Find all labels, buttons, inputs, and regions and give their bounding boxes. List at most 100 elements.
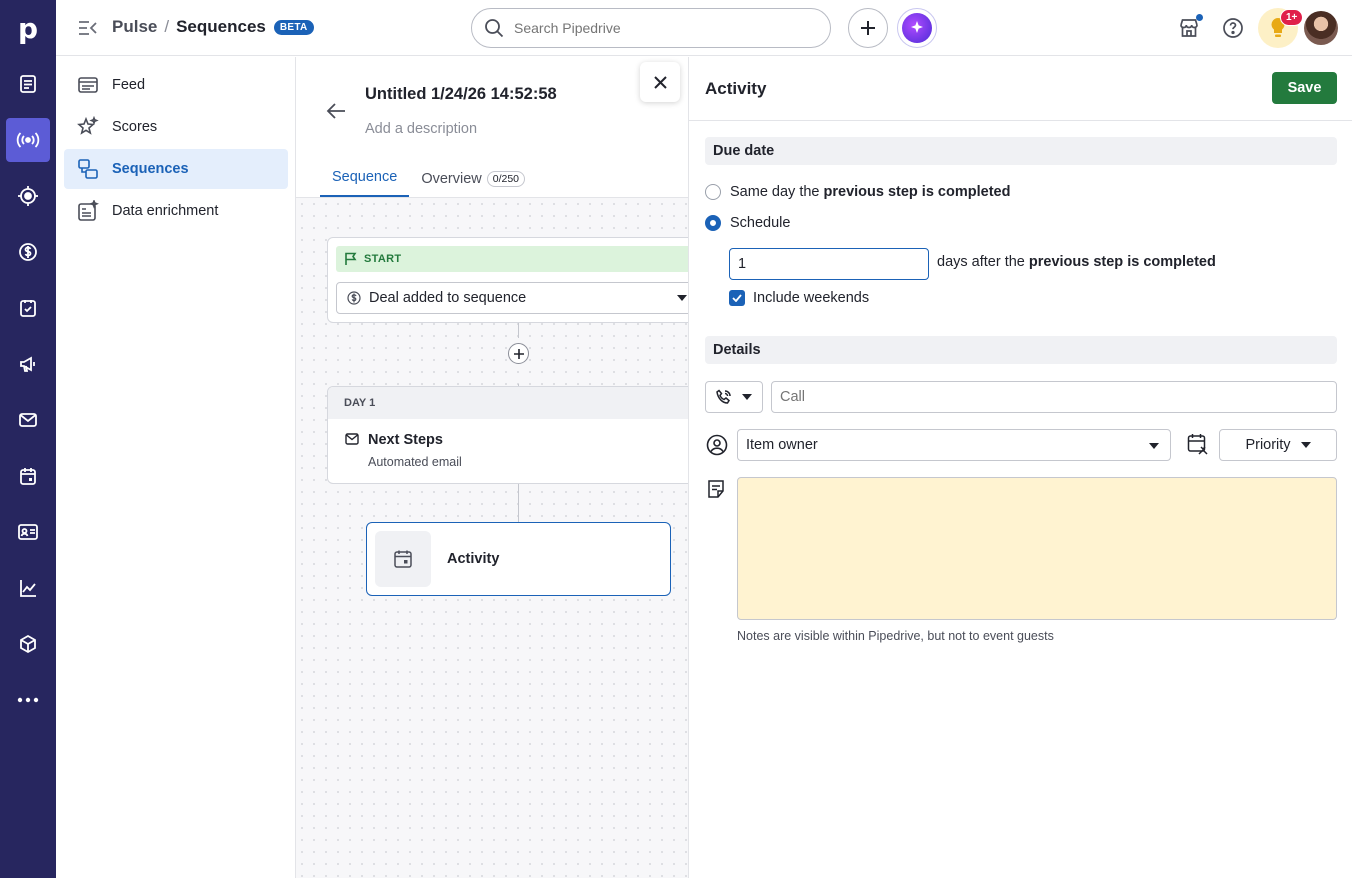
search-icon (484, 18, 504, 38)
owner-select[interactable]: Item owner (737, 429, 1171, 461)
dollar-icon[interactable] (6, 230, 50, 274)
marketplace-store-icon[interactable] (1178, 14, 1203, 40)
subnav-item-sequences[interactable]: Sequences (64, 149, 288, 189)
subnav-item-scores[interactable]: Scores (64, 107, 288, 147)
same-day-bold: previous step is completed (823, 184, 1011, 200)
activity-panel: Activity Save Due date Same day the prev… (688, 57, 1352, 878)
days-suffix-prefix: days after the (937, 254, 1029, 270)
save-button[interactable]: Save (1272, 72, 1337, 104)
phone-icon (716, 389, 732, 405)
panel-title: Activity (705, 79, 767, 98)
page-title: Sequences (176, 17, 266, 36)
plus-icon (860, 20, 876, 36)
enrichment-icon (76, 199, 100, 223)
start-card[interactable]: START Deal added to sequence (327, 237, 707, 323)
subnav-scores-label: Scores (112, 119, 158, 135)
priority-button[interactable]: Priority (1219, 429, 1337, 461)
plus-icon (513, 348, 524, 359)
radio-schedule[interactable] (705, 215, 721, 231)
schedule-label: Schedule (730, 215, 791, 231)
start-label: START (364, 253, 402, 265)
subnav-sequences-label: Sequences (112, 161, 189, 177)
help-icon[interactable] (1222, 16, 1246, 40)
notes-textarea[interactable] (737, 477, 1337, 620)
more-dots-icon[interactable] (6, 678, 50, 722)
include-weekends-label: Include weekends (753, 290, 870, 306)
tab-overview-label: Overview (421, 171, 482, 187)
breadcrumb: Pulse / Sequences BETA (112, 17, 314, 37)
option-schedule[interactable]: Schedule (705, 215, 790, 231)
owner-value: Item owner (746, 437, 818, 453)
mail-icon (345, 433, 359, 445)
products-box-icon[interactable] (6, 622, 50, 666)
overview-count-badge: 0/250 (486, 171, 526, 187)
include-weekends-checkbox[interactable] (729, 290, 745, 306)
search-input[interactable] (514, 20, 804, 36)
close-panel-button[interactable] (640, 62, 680, 102)
collapse-menu-icon[interactable] (76, 16, 100, 40)
subnav-data-enrichment-label: Data enrichment (112, 203, 219, 219)
deals-target-icon[interactable] (6, 174, 50, 218)
subnav-item-feed[interactable]: Feed (64, 65, 288, 105)
top-bar: Pulse / Sequences BETA 1+ (56, 0, 1352, 56)
breadcrumb-pulse[interactable]: Pulse (112, 17, 157, 37)
back-arrow-icon[interactable] (326, 101, 348, 121)
avatar[interactable] (1304, 11, 1338, 45)
tab-sequence-label: Sequence (332, 169, 398, 185)
sequence-canvas[interactable]: START Deal added to sequence DAY 1 Next … (296, 198, 707, 878)
campaigns-megaphone-icon[interactable] (6, 342, 50, 386)
activity-card-label: Activity (447, 551, 500, 567)
chevron-down-icon (742, 394, 752, 400)
quick-add-button[interactable] (848, 8, 888, 48)
include-weekends[interactable]: Include weekends (729, 290, 869, 306)
activities-icon[interactable] (6, 286, 50, 330)
notes-icon (706, 479, 726, 499)
activity-type-select[interactable] (705, 381, 763, 413)
subnav-feed-label: Feed (112, 77, 146, 93)
subject-input[interactable] (771, 381, 1337, 413)
deal-dollar-icon (347, 291, 361, 305)
radio-same-day[interactable] (705, 184, 721, 200)
calendar-icon[interactable] (6, 454, 50, 498)
subnav-item-data-enrichment[interactable]: Data enrichment (64, 191, 288, 231)
global-search[interactable] (471, 8, 831, 48)
same-day-prefix: Same day the (730, 184, 824, 200)
details-heading: Details (705, 336, 1337, 364)
days-suffix: days after the previous step is complete… (937, 254, 1216, 270)
pipedrive-logo[interactable]: p (0, 0, 56, 56)
option-same-day[interactable]: Same day the previous step is completed (705, 184, 1010, 200)
calendar-sync-icon[interactable] (1187, 433, 1209, 455)
sequence-title[interactable]: Untitled 1/24/26 14:52:58 (365, 85, 557, 104)
sequence-description[interactable]: Add a description (365, 121, 477, 137)
contacts-card-icon[interactable] (6, 510, 50, 554)
pulse-subnav: Feed Scores Sequences Data enrichment (56, 57, 296, 878)
pulse-icon[interactable] (6, 118, 50, 162)
add-step-button[interactable] (508, 343, 529, 364)
days-input[interactable] (729, 248, 929, 280)
day-label: DAY 1 (328, 387, 706, 419)
beta-badge: BETA (273, 19, 314, 35)
owner-person-icon (706, 434, 728, 456)
activity-calendar-icon (375, 531, 431, 587)
leads-icon[interactable] (6, 62, 50, 106)
activity-step-card[interactable]: Activity (366, 522, 671, 596)
flag-icon (344, 252, 358, 266)
day-card[interactable]: DAY 1 Next Steps Automated email (327, 386, 707, 484)
mail-icon[interactable] (6, 398, 50, 442)
step-title: Next Steps (368, 432, 443, 448)
notes-hint: Notes are visible within Pipedrive, but … (737, 629, 1054, 643)
step-subtitle: Automated email (368, 455, 462, 469)
chevron-down-icon (1300, 442, 1311, 448)
stars-icon (76, 115, 100, 139)
start-header: START (336, 246, 696, 272)
notification-badge: 1+ (1280, 9, 1304, 26)
tab-overview[interactable]: Overview 0/250 (409, 171, 526, 197)
tab-sequence[interactable]: Sequence (320, 169, 410, 197)
chevron-down-icon (677, 295, 687, 301)
ai-assistant-button[interactable] (897, 8, 937, 48)
insights-chart-icon[interactable] (6, 566, 50, 610)
ai-sparkle-icon (902, 13, 932, 43)
marketplace-dot (1196, 14, 1203, 21)
breadcrumb-separator: / (164, 17, 170, 36)
trigger-select[interactable]: Deal added to sequence (336, 282, 696, 314)
